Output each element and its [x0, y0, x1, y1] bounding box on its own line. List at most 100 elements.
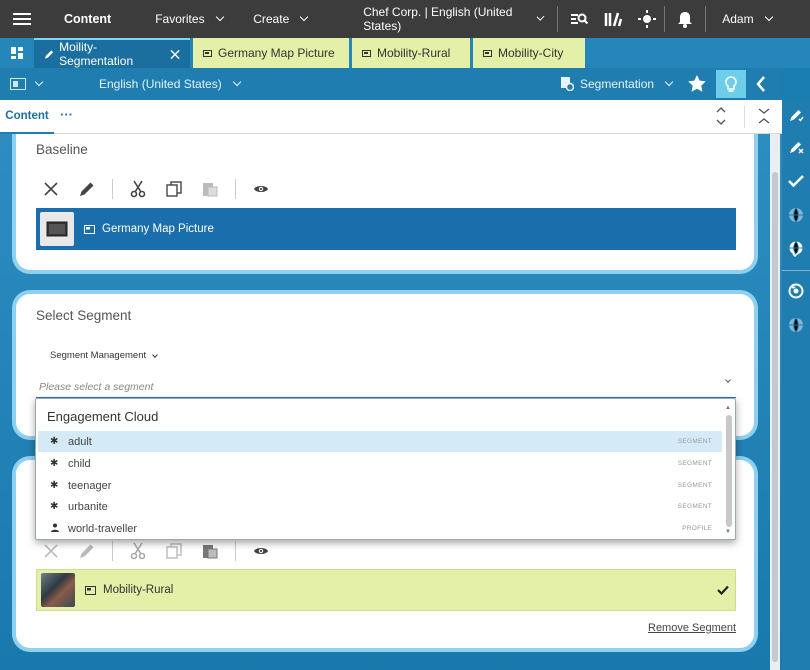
baseline-panel: Baseline Germany Map Picture: [16, 134, 754, 270]
paste-icon: [203, 545, 218, 559]
remove-button[interactable]: [40, 540, 62, 562]
unpublish-button[interactable]: [782, 310, 810, 340]
bookmark-button[interactable]: [688, 75, 706, 95]
copy-button[interactable]: [163, 540, 185, 562]
top-bar: Content Favorites Create Chef Corp. | En…: [0, 0, 810, 38]
paste-icon: [203, 183, 218, 197]
dropdown-item-label: world-traveller: [68, 522, 138, 535]
editor-scrollbar-thumb[interactable]: [772, 172, 778, 662]
chevron-left-icon: [756, 76, 765, 92]
dashboard-icon: [11, 47, 23, 59]
document-toolbar: English (United States) Segmentation: [0, 68, 782, 100]
view-selector[interactable]: Segmentation: [560, 77, 674, 91]
library-button[interactable]: [596, 0, 630, 38]
remove-button[interactable]: [40, 178, 62, 200]
picture-icon: [483, 49, 492, 57]
dropdown-item-urbanite[interactable]: ✱ urbanite SEGMENT: [38, 496, 722, 517]
withdraw-button[interactable]: [782, 276, 810, 306]
preview-toggle[interactable]: [10, 77, 80, 90]
approve-button[interactable]: [782, 166, 810, 196]
chevron-down-icon: [300, 12, 309, 22]
notifications-button[interactable]: [665, 0, 705, 38]
favorites-menu[interactable]: Favorites: [145, 0, 243, 38]
segmentation-icon: [561, 77, 574, 91]
user-menu[interactable]: Adam: [706, 0, 781, 38]
segment-select-input[interactable]: Please select a segment: [36, 376, 736, 398]
expand-collapse-button[interactable]: [716, 106, 726, 131]
favorites-label: Favorites: [155, 12, 205, 26]
edit-button[interactable]: [76, 178, 98, 200]
segment-variant-item[interactable]: Mobility-Rural: [36, 569, 736, 611]
expand-collapse-icon: [716, 107, 726, 125]
control-room-icon: [638, 10, 657, 28]
locale-selector[interactable]: English (United States): [99, 77, 241, 91]
dropdown-item-teenager[interactable]: ✱ teenager SEGMENT: [38, 475, 722, 496]
dashboard-button[interactable]: [0, 38, 34, 68]
dropdown-scrollbar[interactable]: ▲ ▼: [725, 405, 733, 535]
picture-icon: [85, 585, 96, 595]
segment-management-selector[interactable]: Segment Management: [50, 350, 158, 361]
divider: [112, 541, 113, 561]
divider: [235, 541, 236, 561]
tab-mobility-rural[interactable]: Mobility-Rural: [352, 38, 470, 68]
user-label: Adam: [722, 12, 754, 26]
cut-button[interactable]: [127, 178, 149, 200]
pencil-icon: [80, 544, 94, 558]
publish-approve-button[interactable]: [782, 234, 810, 264]
tab-label: Mobility-Rural: [377, 46, 451, 60]
search-library-icon: [571, 13, 589, 25]
gear-icon: ✱: [50, 501, 59, 512]
main-menu-button[interactable]: [0, 0, 44, 38]
tab-mobility-city[interactable]: Mobility-City: [473, 38, 585, 68]
dropdown-item-kind: PROFILE: [682, 525, 712, 532]
more-button[interactable]: ···: [60, 107, 73, 122]
remove-segment-link[interactable]: Remove Segment: [648, 622, 736, 634]
dropdown-item-world-traveller[interactable]: world-traveller PROFILE: [38, 518, 722, 539]
revert-button[interactable]: [782, 132, 810, 162]
pen-cross-icon: [790, 142, 804, 154]
checkout-button[interactable]: [782, 100, 810, 130]
copy-icon: [166, 543, 182, 559]
segment-select-placeholder: Please select a segment: [39, 381, 154, 393]
collapse-all-button[interactable]: [758, 106, 770, 131]
monitor-icon: [46, 221, 68, 237]
globe-refresh-icon: [788, 283, 804, 299]
baseline-title: Baseline: [36, 142, 88, 157]
dropdown-group-heading: Engagement Cloud: [47, 409, 159, 424]
edit-button[interactable]: [76, 540, 98, 562]
picture-icon: [362, 49, 371, 57]
collapse-all-icon: [758, 108, 770, 124]
paste-button[interactable]: [199, 540, 221, 562]
baseline-item[interactable]: Germany Map Picture: [36, 208, 736, 250]
cut-button[interactable]: [127, 540, 149, 562]
create-menu[interactable]: Create: [243, 0, 353, 38]
hamburger-icon: [13, 13, 31, 25]
close-icon[interactable]: [170, 49, 180, 60]
scissors-icon: [130, 542, 146, 560]
tab-label: Mobility-City: [498, 46, 564, 60]
idea-button[interactable]: [716, 70, 746, 98]
preview-button[interactable]: [250, 178, 272, 200]
search-library-button[interactable]: [562, 0, 596, 38]
globe-check-icon: [789, 241, 803, 257]
collapse-button[interactable]: [756, 76, 766, 95]
copy-button[interactable]: [163, 178, 185, 200]
create-label: Create: [253, 12, 290, 26]
gear-icon: ✱: [50, 480, 59, 491]
locale-label: English (United States): [99, 77, 222, 91]
publish-button[interactable]: [782, 200, 810, 230]
tab-moility-segmentation[interactable]: Moility-Segmentation: [34, 38, 190, 68]
tab-content[interactable]: Content: [0, 100, 54, 134]
dropdown-item-child[interactable]: ✱ child SEGMENT: [38, 453, 722, 474]
control-room-button[interactable]: [630, 0, 664, 38]
content-menu[interactable]: Content: [54, 0, 121, 38]
segment-management-label: Segment Management: [50, 350, 147, 361]
tab-germany-map-picture[interactable]: Germany Map Picture: [193, 38, 349, 68]
right-action-rail: [782, 100, 810, 670]
preview-button[interactable]: [250, 540, 272, 562]
globe-cross-icon: [789, 317, 803, 333]
site-selector[interactable]: Chef Corp. | English (United States): [353, 0, 553, 38]
star-icon: [688, 75, 706, 92]
dropdown-item-adult[interactable]: ✱ adult SEGMENT: [38, 431, 722, 452]
paste-button[interactable]: [199, 178, 221, 200]
